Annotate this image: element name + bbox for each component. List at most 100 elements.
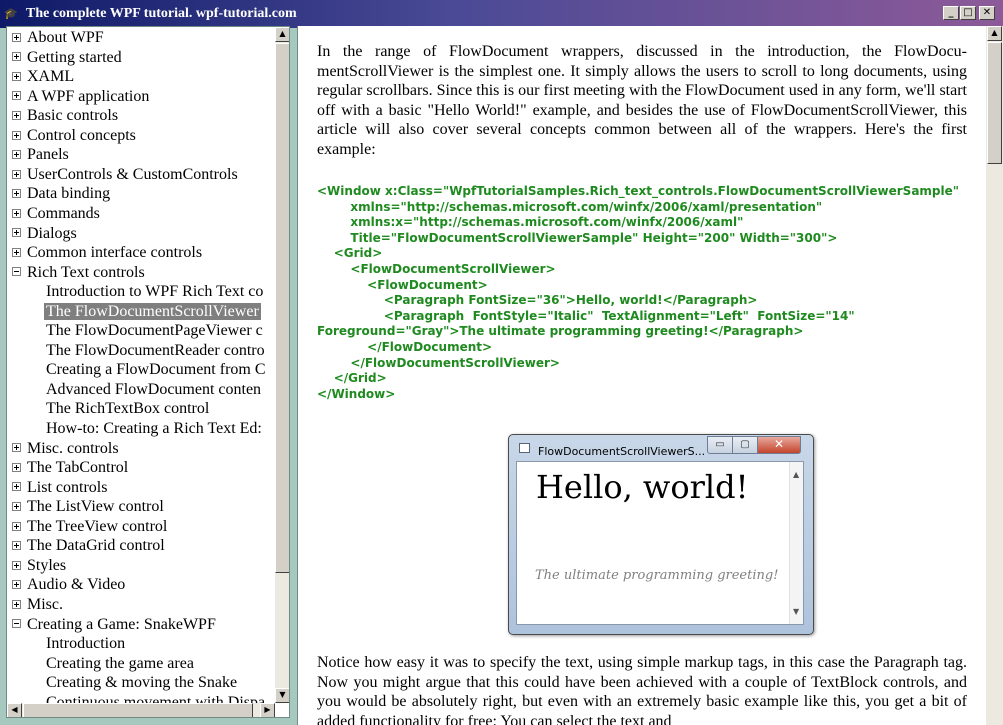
article-vertical-scrollbar[interactable]: ▲ bbox=[986, 26, 1003, 725]
tree-item[interactable]: The ListView control bbox=[12, 497, 164, 517]
tree-item-label: Panels bbox=[27, 146, 69, 164]
expand-icon[interactable] bbox=[12, 91, 21, 101]
navigation-tree-panel: About WPF Getting started XAML A WPF applic… bbox=[6, 26, 290, 718]
expand-icon[interactable] bbox=[12, 71, 21, 81]
tree-item-label: Creating a Game: SnakeWPF bbox=[27, 615, 216, 633]
tree-item-label: Data binding bbox=[27, 185, 111, 203]
tree-item-label: The TabControl bbox=[27, 459, 129, 477]
tree-item[interactable]: Getting started bbox=[12, 48, 122, 68]
tree-vertical-scrollbar[interactable]: ▲ ▼ bbox=[275, 27, 289, 703]
expand-icon[interactable] bbox=[12, 150, 21, 160]
tree-item-label: About WPF bbox=[27, 29, 104, 46]
tree-scroll-thumb[interactable] bbox=[275, 43, 289, 573]
expand-icon[interactable] bbox=[12, 443, 21, 453]
tree-item[interactable]: The FlowDocumentReader contro bbox=[46, 341, 265, 361]
expand-icon[interactable] bbox=[12, 599, 21, 609]
tree-item[interactable]: Creating & moving the Snake bbox=[46, 673, 237, 693]
tree-item-label: The ListView control bbox=[27, 498, 164, 516]
tree-item[interactable]: Control concepts bbox=[12, 126, 136, 146]
tree-item[interactable]: List controls bbox=[12, 478, 107, 498]
expand-icon[interactable] bbox=[12, 541, 21, 551]
tree-item[interactable]: The TreeView control bbox=[12, 517, 167, 537]
close-button[interactable]: ✕ bbox=[979, 6, 995, 20]
tree-item-label: Control concepts bbox=[27, 126, 136, 144]
tree-scroll-left-button[interactable]: ◀ bbox=[7, 703, 22, 717]
maximize-button[interactable]: □ bbox=[960, 6, 976, 20]
tree-item-label: Introduction bbox=[46, 635, 126, 653]
expand-icon[interactable] bbox=[12, 111, 21, 121]
article-viewer: In the range of FlowDocument wrappers, d… bbox=[297, 26, 1003, 725]
tree-item[interactable]: About WPF bbox=[12, 28, 104, 48]
tree-horizontal-scrollbar[interactable]: ◀ ▶ bbox=[7, 703, 275, 717]
tree-item[interactable]: Continuous movement with Dispa bbox=[46, 693, 265, 703]
tree-item[interactable]: A WPF application bbox=[12, 87, 149, 107]
expand-icon[interactable] bbox=[12, 247, 21, 257]
expand-icon[interactable] bbox=[12, 208, 21, 218]
tree-item-label: UserControls & CustomControls bbox=[27, 165, 238, 183]
tree-item[interactable]: Misc. controls bbox=[12, 439, 119, 459]
collapse-icon[interactable] bbox=[12, 267, 21, 277]
tree-item-label: Styles bbox=[27, 556, 67, 574]
expand-icon[interactable] bbox=[12, 52, 21, 62]
expand-icon[interactable] bbox=[12, 560, 21, 570]
tree-item[interactable]: The RichTextBox control bbox=[46, 399, 209, 419]
tree-item[interactable]: Dialogs bbox=[12, 224, 77, 244]
tree-item[interactable]: Creating the game area bbox=[46, 654, 194, 674]
tree-item[interactable]: Audio & Video bbox=[12, 575, 125, 595]
graduation-cap-icon: 🎓 bbox=[4, 7, 18, 20]
tree-item[interactable]: XAML bbox=[12, 67, 74, 87]
article-scroll-up-button[interactable]: ▲ bbox=[987, 26, 1002, 41]
tree-item[interactable]: Creating a FlowDocument from C bbox=[46, 360, 266, 380]
tree-item-label: The RichTextBox control bbox=[46, 400, 210, 418]
tree-item-label: The FlowDocumentReader contro bbox=[46, 341, 265, 359]
greeting-text: The ultimate programming greeting! bbox=[535, 568, 779, 583]
tree-item[interactable]: Basic controls bbox=[12, 106, 118, 126]
expand-icon[interactable] bbox=[12, 482, 21, 492]
tree-item[interactable]: Data binding bbox=[12, 184, 110, 204]
expand-icon[interactable] bbox=[12, 580, 21, 590]
expand-icon[interactable] bbox=[12, 169, 21, 179]
expand-icon[interactable] bbox=[12, 521, 21, 531]
tree-item[interactable]: The TabControl bbox=[12, 458, 128, 478]
window-icon bbox=[519, 443, 530, 453]
tree-item[interactable]: Introduction to WPF Rich Text co bbox=[46, 282, 263, 302]
navigation-tree: About WPF Getting started XAML A WPF applic… bbox=[7, 27, 277, 703]
tree-scroll-right-button[interactable]: ▶ bbox=[260, 703, 275, 717]
tree-scroll-down-button[interactable]: ▼ bbox=[275, 688, 289, 703]
tree-item-label: Introduction to WPF Rich Text co bbox=[46, 283, 264, 301]
expand-icon[interactable] bbox=[12, 502, 21, 512]
tree-item[interactable]: The FlowDocumentPageViewer c bbox=[46, 321, 263, 341]
tree-item-label: Creating a FlowDocument from C bbox=[46, 361, 266, 379]
expand-icon[interactable] bbox=[12, 32, 21, 42]
tree-item[interactable]: Commands bbox=[12, 204, 100, 224]
expand-icon[interactable] bbox=[12, 130, 21, 140]
tree-item[interactable]: UserControls & CustomControls bbox=[12, 165, 238, 185]
expand-icon[interactable] bbox=[12, 228, 21, 238]
tree-hscroll-thumb[interactable] bbox=[23, 703, 253, 717]
tree-item[interactable]: How-to: Creating a Rich Text Ed: bbox=[46, 419, 262, 439]
tree-item[interactable]: The DataGrid control bbox=[12, 536, 165, 556]
tree-scroll-up-button[interactable]: ▲ bbox=[275, 27, 289, 42]
tree-item[interactable]: Advanced FlowDocument conten bbox=[46, 380, 261, 400]
tree-item[interactable]: The FlowDocumentScrollViewer bbox=[44, 302, 261, 322]
tree-item[interactable]: Styles bbox=[12, 556, 66, 576]
tree-item[interactable]: Rich Text controls bbox=[12, 263, 145, 283]
tree-item[interactable]: Common interface controls bbox=[12, 243, 202, 263]
tree-item[interactable]: Misc. bbox=[12, 595, 63, 615]
tree-item-label: A WPF application bbox=[27, 87, 150, 105]
tree-item[interactable]: Creating a Game: SnakeWPF bbox=[12, 615, 216, 635]
tree-item-label: The TreeView control bbox=[27, 517, 168, 535]
tree-item[interactable]: Introduction bbox=[46, 634, 125, 654]
tree-item-label: Common interface controls bbox=[27, 244, 203, 262]
article-scroll-thumb[interactable] bbox=[987, 42, 1002, 164]
example-window-client: Hello, world! The ultimate programming g… bbox=[516, 461, 804, 625]
expand-icon[interactable] bbox=[12, 462, 21, 472]
expand-icon[interactable] bbox=[12, 189, 21, 199]
collapse-icon[interactable] bbox=[12, 619, 21, 629]
minimize-button[interactable]: _ bbox=[943, 6, 959, 20]
example-scroll-up-icon: ▲ bbox=[793, 470, 800, 479]
tree-item[interactable]: Panels bbox=[12, 145, 69, 165]
tree-item-label: Rich Text controls bbox=[27, 263, 145, 281]
tree-item-label: List controls bbox=[27, 478, 108, 496]
example-window-screenshot: FlowDocumentScrollViewerS... ▭ ▢ ✕ Hello… bbox=[508, 434, 814, 635]
